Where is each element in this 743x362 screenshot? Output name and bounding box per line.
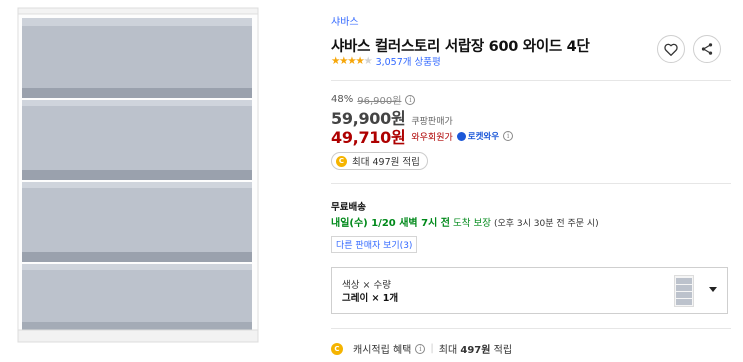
other-sellers-button[interactable]: 다른 판매자 보기(3) bbox=[331, 236, 418, 253]
share-button[interactable] bbox=[693, 35, 721, 63]
coin-icon: C bbox=[336, 155, 347, 167]
chevron-down-icon[interactable] bbox=[709, 287, 717, 292]
info-icon[interactable]: i bbox=[415, 343, 426, 354]
shipping-title: 무료배송 bbox=[331, 202, 366, 213]
divider bbox=[331, 328, 731, 329]
product-info: 샤바스 샤바스 컬러스토리 서랍장 600 와이드 4단 ★★★★★ 3,057… bbox=[331, 0, 731, 362]
cashback-label: 캐시적립 혜택 bbox=[353, 345, 412, 356]
separator: | bbox=[430, 343, 434, 354]
favorite-button[interactable] bbox=[657, 35, 685, 63]
member-price: 49,710원 bbox=[331, 128, 406, 147]
rating[interactable]: ★★★★★ 3,057개 상품평 bbox=[331, 54, 441, 68]
share-icon bbox=[701, 43, 713, 55]
info-icon[interactable]: i bbox=[503, 131, 514, 141]
coin-icon: C bbox=[331, 342, 343, 355]
cashback-max-prefix: 최대 bbox=[438, 345, 458, 356]
cashback-suffix: 적립 bbox=[493, 345, 513, 356]
heart-icon bbox=[664, 43, 678, 56]
delivery-eta: 내일(수) 1/20 새벽 7시 전 bbox=[331, 218, 450, 229]
divider bbox=[331, 80, 731, 81]
divider bbox=[331, 183, 731, 184]
delivery-guarantee: 도착 보장 bbox=[452, 218, 491, 229]
option-label: 색상 × 수량 bbox=[342, 280, 391, 291]
drawer-cabinet-image bbox=[17, 7, 259, 343]
cashback-benefit-row: C 캐시적립 혜택 i | 최대 497원 적립 bbox=[331, 341, 512, 356]
order-cutoff: (오후 3시 30분 전 주문 시) bbox=[493, 219, 599, 229]
rocket-wow-label: 로켓와우 bbox=[467, 132, 500, 142]
cashback-max-amount: 497원 bbox=[460, 345, 491, 356]
option-thumbnail bbox=[674, 275, 694, 307]
option-selector[interactable]: 색상 × 수량 그레이 × 1개 bbox=[331, 267, 728, 314]
product-image[interactable] bbox=[0, 0, 280, 362]
rocket-wow-icon bbox=[456, 131, 466, 141]
option-value: 그레이 × 1개 bbox=[342, 293, 399, 304]
product-title: 샤바스 컬러스토리 서랍장 600 와이드 4단 bbox=[331, 39, 590, 55]
delivery-eta-row: 내일(수) 1/20 새벽 7시 전 도착 보장 (오후 3시 30분 전 주문… bbox=[331, 214, 599, 229]
review-count-link[interactable]: 3,057개 상품평 bbox=[376, 54, 441, 68]
member-price-label: 와우회원가 bbox=[411, 132, 453, 143]
rating-stars: ★★★★★ bbox=[331, 54, 373, 67]
discount-rate: 48% bbox=[331, 94, 354, 105]
cash-reward-pill: C 최대 497원 적립 bbox=[331, 152, 428, 170]
rocket-wow-badge: 로켓와우 bbox=[456, 130, 500, 142]
member-price-row: 49,710원 와우회원가 로켓와우 i bbox=[331, 124, 514, 148]
cash-reward-text: 최대 497원 적립 bbox=[352, 157, 420, 168]
info-icon[interactable]: i bbox=[405, 94, 416, 105]
brand-link[interactable]: 샤바스 bbox=[331, 13, 359, 28]
